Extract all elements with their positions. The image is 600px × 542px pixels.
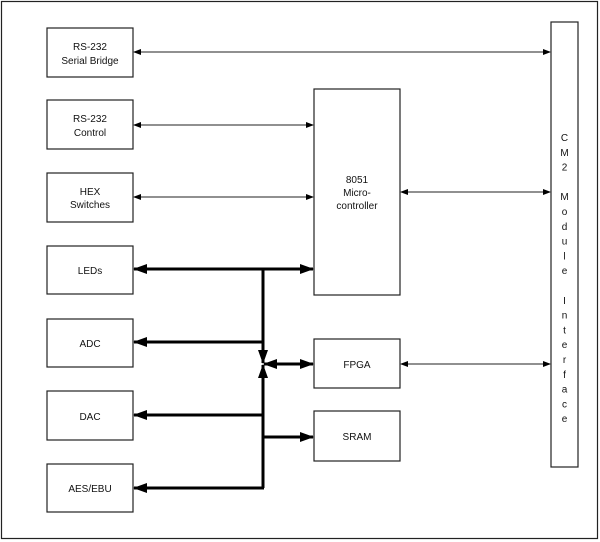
cm2-letter: t — [563, 325, 566, 336]
cm2-letter: I — [563, 296, 566, 307]
label: FPGA — [343, 360, 371, 371]
cm2-letter: M — [560, 192, 568, 203]
block-dac: DAC — [46, 390, 134, 441]
block-aes-ebu: AES/EBU — [46, 463, 134, 513]
block-fpga: FPGA — [313, 338, 401, 389]
label: Control — [74, 128, 106, 139]
cm2-letter: e — [562, 340, 568, 351]
block-hex-switches: HEX Switches — [46, 172, 134, 223]
label: RS-232 — [73, 42, 107, 53]
block-cm2-module-interface: CM2ModuleInterface — [550, 21, 579, 468]
cm2-letter: u — [562, 237, 568, 248]
cm2-letter: d — [562, 222, 568, 233]
data-bus — [133, 264, 314, 493]
block-diagram: RS-232 Serial Bridge RS-232 Control HEX … — [0, 0, 599, 540]
label: LEDs — [78, 266, 102, 277]
cm2-letter: c — [562, 399, 567, 410]
label: controller — [336, 201, 378, 212]
cm2-letter: l — [563, 251, 565, 262]
cm2-letter: o — [562, 207, 568, 218]
label: HEX — [80, 187, 101, 198]
cm2-letter: 2 — [562, 163, 568, 174]
label: 8051 — [346, 175, 369, 186]
label: ADC — [79, 339, 100, 350]
block-sram: SRAM — [313, 410, 401, 462]
block-leds: LEDs — [46, 245, 134, 295]
cm2-letter: M — [560, 148, 568, 159]
block-8051-microcontroller: 8051 Micro- controller — [313, 88, 401, 296]
block-rs232-control: RS-232 Control — [46, 99, 134, 150]
label: RS-232 — [73, 114, 107, 125]
cm2-letter: e — [562, 414, 568, 425]
label: SRAM — [343, 432, 372, 443]
label: Serial Bridge — [61, 56, 119, 67]
cm2-letter: e — [562, 266, 568, 277]
block-rs232-serial-bridge: RS-232 Serial Bridge — [46, 27, 134, 78]
cm2-letter: n — [562, 311, 568, 322]
block-adc: ADC — [46, 318, 134, 368]
label: DAC — [79, 412, 100, 423]
label: Switches — [70, 200, 110, 211]
label: Micro- — [343, 188, 371, 199]
cm2-letter: f — [563, 370, 566, 381]
cm2-letter: C — [561, 133, 568, 144]
cm2-letter: a — [562, 385, 568, 396]
label: AES/EBU — [68, 484, 111, 495]
